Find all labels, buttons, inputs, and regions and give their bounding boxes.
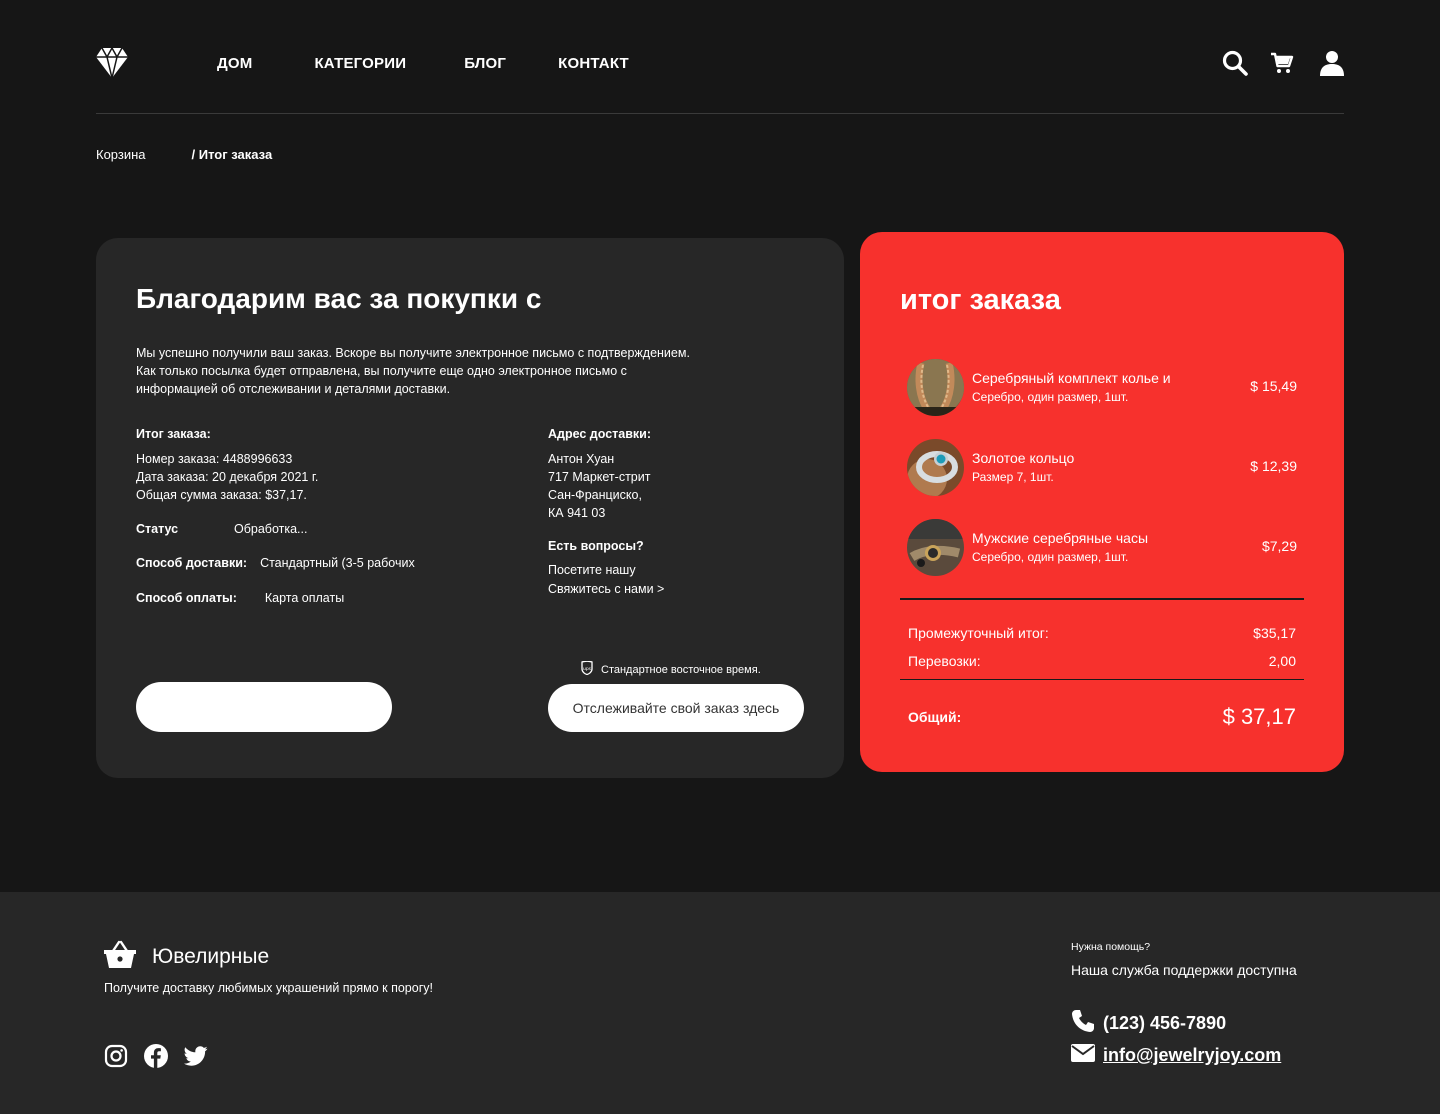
shipping-method-label: Способ доставки:: [136, 556, 248, 570]
total-row: Общий: $ 37,17: [908, 704, 1296, 730]
shipping-address-label: Адрес доставки:: [548, 427, 652, 441]
product-name: Золотое кольцо: [972, 450, 1075, 466]
order-summary-card: итог заказа Серебряный комплект колье и …: [860, 232, 1344, 772]
main-nav: ДОМ КАТЕГОРИИ БЛОГ КОНТАКТ: [217, 55, 629, 72]
summary-divider: [900, 598, 1304, 600]
order-summary-block: Итог заказа: Номер заказа: 4488996633 Да…: [136, 427, 496, 504]
product-desc: Серебро, один размер, 1шт.: [972, 390, 1129, 404]
phone-number[interactable]: (123) 456-7890: [1103, 1013, 1226, 1034]
status-row: Статус Обработка...: [136, 522, 307, 536]
status-label: Статус: [136, 522, 179, 536]
product-thumbnail-watch: [907, 519, 964, 576]
breadcrumb: Корзина / Итог заказа: [96, 147, 272, 162]
nav-item-categories[interactable]: КАТЕГОРИИ: [314, 55, 406, 72]
address-line: КА 941 03: [548, 506, 606, 520]
subtotal-row: Промежуточный итог: $35,17: [908, 625, 1296, 641]
ups-icon: ups: [581, 660, 593, 678]
phone-icon: [1071, 1009, 1095, 1038]
product-desc: Размер 7, 1шт.: [972, 470, 1054, 484]
email-link[interactable]: info@jewelryjoy.com: [1103, 1045, 1281, 1066]
nav-item-contact[interactable]: КОНТАКТ: [558, 55, 629, 72]
thank-you-title: Благодарим вас за покупки с: [136, 283, 542, 314]
address-line: 717 Маркет-стрит: [548, 470, 651, 484]
subtotal-value: $35,17: [1253, 625, 1296, 641]
summary-divider: [900, 679, 1304, 680]
subtotal-label: Промежуточный итог:: [908, 625, 1049, 641]
basket-icon: [104, 940, 136, 973]
order-summary-title: итог заказа: [900, 284, 1061, 316]
social-links: [104, 1044, 224, 1073]
envelope-icon: [1071, 1044, 1095, 1067]
footer-brand: Ювелирные: [104, 940, 269, 973]
order-date: Дата заказа: 20 декабря 2021 г.: [136, 470, 319, 484]
help-text: Наша служба поддержки доступна: [1071, 962, 1297, 978]
message-line: Как только посылка будет отправлена, вы …: [136, 364, 627, 378]
continue-shopping-button[interactable]: [136, 682, 392, 732]
shipping-cost-row: Перевозки: 2,00: [908, 653, 1296, 669]
user-icon[interactable]: [1320, 50, 1344, 81]
list-item[interactable]: Золотое кольцо Размер 7, 1шт. $ 12,39: [907, 439, 1297, 497]
message-line: информацией об отслеживании и деталями д…: [136, 382, 451, 396]
twitter-icon[interactable]: [183, 1044, 208, 1073]
message-line: Мы успешно получили ваш заказ. Вскоре вы…: [136, 346, 690, 360]
order-summary-label: Итог заказа:: [136, 427, 211, 441]
breadcrumb-current: / Итог заказа: [191, 147, 273, 162]
total-value: $ 37,17: [1222, 704, 1296, 729]
order-number: Номер заказа: 4488996633: [136, 452, 293, 466]
site-header: ДОМ КАТЕГОРИИ БЛОГ КОНТАКТ: [96, 0, 1344, 114]
product-thumbnail-ring: [907, 439, 964, 496]
header-actions: [1202, 50, 1344, 81]
nav-item-blog[interactable]: БЛОГ: [464, 55, 506, 72]
questions-label: Есть вопросы?: [548, 539, 644, 553]
address-line: Антон Хуан: [548, 452, 615, 466]
cart-icon[interactable]: [1270, 51, 1294, 80]
status-value: Обработка...: [234, 522, 308, 536]
brand-name: Ювелирные: [152, 944, 270, 968]
timezone-text: Стандартное восточное время.: [601, 663, 761, 676]
product-thumbnail-necklace: [907, 359, 964, 416]
product-name: Мужские серебряные часы: [972, 530, 1149, 546]
shipping-cost-value: 2,00: [1268, 653, 1296, 669]
help-title: Нужна помощь?: [1071, 941, 1151, 953]
phone-contact: (123) 456-7890: [1071, 1009, 1226, 1038]
product-price: $ 15,49: [1250, 378, 1297, 394]
timezone-note: ups Стандартное восточное время.: [581, 660, 761, 678]
track-order-button[interactable]: Отслеживайте свой заказ здесь: [548, 684, 804, 732]
email-contact: info@jewelryjoy.com: [1071, 1044, 1281, 1067]
product-name: Серебряный комплект колье и: [972, 370, 1171, 386]
facebook-icon[interactable]: [144, 1044, 168, 1073]
instagram-icon[interactable]: [104, 1044, 128, 1073]
questions-text: Посетите нашу: [548, 563, 636, 577]
product-desc: Серебро, один размер, 1шт.: [972, 550, 1129, 564]
payment-method-value: Карта оплаты: [264, 591, 345, 605]
footer-tagline: Получите доставку любимых украшений прям…: [104, 981, 433, 995]
thank-you-card: Благодарим вас за покупки с Мы успешно п…: [96, 238, 844, 778]
search-icon[interactable]: [1222, 50, 1248, 81]
diamond-logo-icon[interactable]: [96, 46, 128, 79]
svg-text:ups: ups: [583, 667, 592, 672]
shipping-method-row: Способ доставки: Стандартный (3-5 рабочи…: [136, 556, 415, 570]
shipping-method-value: Стандартный (3-5 рабочих: [260, 556, 415, 570]
list-item[interactable]: Серебряный комплект колье и Серебро, оди…: [907, 359, 1297, 417]
thank-you-message: Мы успешно получили ваш заказ. Вскоре вы…: [136, 344, 736, 398]
shipping-address-block: Адрес доставки: Антон Хуан 717 Маркет-ст…: [548, 427, 808, 599]
nav-item-home[interactable]: ДОМ: [217, 55, 252, 72]
address-line: Сан-Франциско,: [548, 488, 642, 502]
product-price: $7,29: [1261, 538, 1297, 554]
site-footer: Ювелирные Получите доставку любимых укра…: [0, 892, 1440, 1114]
contact-us-link[interactable]: Свяжитесь с нами >: [548, 580, 808, 599]
total-label: Общий:: [908, 709, 962, 725]
list-item[interactable]: Мужские серебряные часы Серебро, один ра…: [907, 519, 1297, 577]
shipping-cost-label: Перевозки:: [908, 653, 981, 669]
order-total: Общая сумма заказа: $37,17.: [136, 488, 307, 502]
product-price: $ 12,39: [1250, 458, 1297, 474]
help-block: Нужна помощь? Наша служба поддержки дост…: [1071, 941, 1297, 978]
breadcrumb-cart-link[interactable]: Корзина: [96, 147, 146, 162]
payment-method-label: Способ оплаты:: [136, 591, 237, 605]
payment-method-row: Способ оплаты: Карта оплаты: [136, 591, 344, 605]
